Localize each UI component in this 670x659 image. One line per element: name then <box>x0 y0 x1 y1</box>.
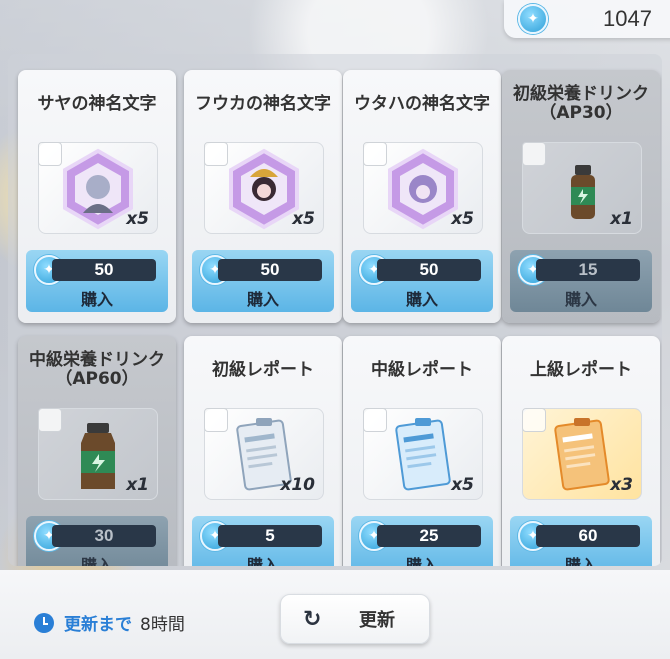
shop-item-card[interactable]: 中級栄養ドリンク（AP60） x1 ✦ 30 購入 <box>18 336 176 566</box>
item-quantity: x10 <box>280 475 315 495</box>
buy-label: 購入 <box>80 556 113 566</box>
refresh-button-label: 更新 <box>359 610 395 631</box>
refresh-label: 更新まで <box>64 615 132 635</box>
buy-button[interactable]: ✦ 5 購入 <box>192 516 334 566</box>
shop-item-card[interactable]: ウタハの神名文字 x5 ✦ 50 購入 <box>343 70 501 323</box>
item-quantity: x1 <box>610 209 633 229</box>
currency-amount: 1047 <box>603 6 652 31</box>
buy-label: 購入 <box>405 556 438 566</box>
select-checkbox[interactable] <box>363 142 387 166</box>
clock-icon <box>34 612 54 633</box>
select-checkbox[interactable] <box>363 408 387 432</box>
select-checkbox[interactable] <box>204 142 228 166</box>
coin-icon: ✦ <box>518 4 548 34</box>
item-price: 5 <box>218 525 322 547</box>
buy-button[interactable]: ✦ 60 購入 <box>510 516 652 566</box>
buy-label: 購入 <box>246 290 279 309</box>
buy-button[interactable]: ✦ 15 購入 <box>510 250 652 312</box>
item-quantity: x5 <box>451 209 474 229</box>
item-title: 上級レポート <box>530 359 632 380</box>
item-title: フウカの神名文字 <box>195 93 331 114</box>
refresh-time: 8時間 <box>140 615 185 635</box>
buy-button[interactable]: ✦ 50 購入 <box>192 250 334 312</box>
item-title: 初級栄養ドリンク（AP30） <box>513 84 649 123</box>
shop-item-card[interactable]: 初級栄養ドリンク（AP30） x1 ✦ 15 購入 <box>502 70 660 323</box>
buy-button[interactable]: ✦ 25 購入 <box>351 516 493 566</box>
shop-item-card[interactable]: 中級レポート x5 ✦ 25 購入 <box>343 336 501 566</box>
buy-label: 購入 <box>246 556 279 566</box>
currency-display: ✦ 1047 <box>504 0 670 38</box>
select-checkbox[interactable] <box>522 408 546 432</box>
select-checkbox[interactable] <box>522 142 546 166</box>
refresh-icon: ↻ <box>303 606 322 632</box>
item-quantity: x5 <box>126 209 149 229</box>
item-price: 50 <box>52 259 156 281</box>
shop-item-card[interactable]: フウカの神名文字 x5 ✦ 50 購入 <box>184 70 342 323</box>
item-title: 中級レポート <box>371 359 473 380</box>
item-quantity: x5 <box>292 209 315 229</box>
item-price: 50 <box>377 259 481 281</box>
buy-label: 購入 <box>405 290 438 309</box>
buy-label: 購入 <box>564 290 597 309</box>
refresh-timer: 更新まで 8時間 <box>34 610 185 635</box>
shop-grid: サヤの神名文字 x5 ✦ 50 購入 フウカの神名文字 x5 ✦ 50 購入 ウ… <box>8 54 662 566</box>
item-price: 25 <box>377 525 481 547</box>
select-checkbox[interactable] <box>204 408 228 432</box>
item-price: 50 <box>218 259 322 281</box>
item-title: 中級栄養ドリンク（AP60） <box>29 350 165 389</box>
refresh-button[interactable]: ↻ 更新 <box>280 594 430 644</box>
shop-footer: 更新まで 8時間 ↻ 更新 <box>0 570 670 659</box>
buy-button[interactable]: ✦ 50 購入 <box>351 250 493 312</box>
select-checkbox[interactable] <box>38 408 62 432</box>
buy-button[interactable]: ✦ 50 購入 <box>26 250 168 312</box>
item-title: ウタハの神名文字 <box>354 93 490 114</box>
item-quantity: x5 <box>451 475 474 495</box>
item-price: 30 <box>52 525 156 547</box>
item-quantity: x1 <box>126 475 149 495</box>
item-price: 60 <box>536 525 640 547</box>
shop-item-card[interactable]: サヤの神名文字 x5 ✦ 50 購入 <box>18 70 176 323</box>
buy-label: 購入 <box>564 556 597 566</box>
item-title: 初級レポート <box>212 359 314 380</box>
buy-button[interactable]: ✦ 30 購入 <box>26 516 168 566</box>
select-checkbox[interactable] <box>38 142 62 166</box>
item-title: サヤの神名文字 <box>37 93 157 114</box>
shop-item-card[interactable]: 上級レポート x3 ✦ 60 購入 <box>502 336 660 566</box>
item-quantity: x3 <box>610 475 633 495</box>
buy-label: 購入 <box>80 290 113 309</box>
item-price: 15 <box>536 259 640 281</box>
shop-item-card[interactable]: 初級レポート x10 ✦ 5 購入 <box>184 336 342 566</box>
